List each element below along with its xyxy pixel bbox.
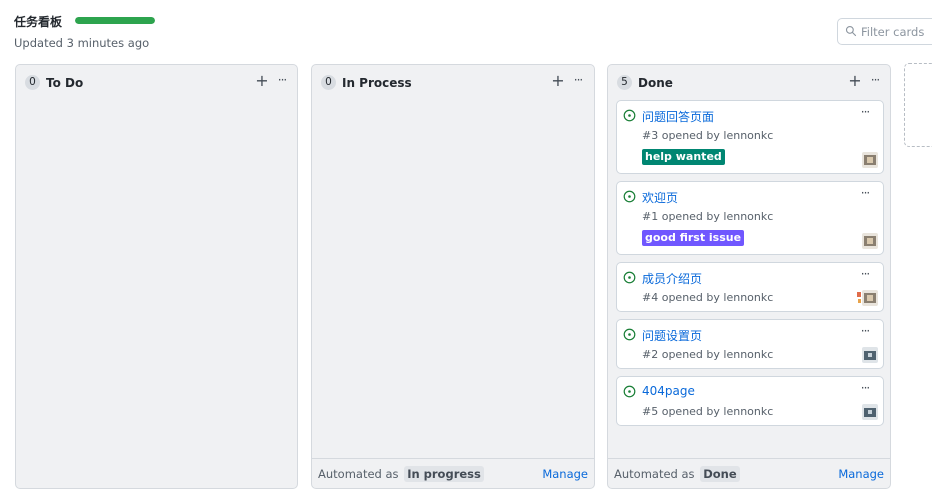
issue-title-link[interactable]: 404page [642,384,695,398]
issue-opened-icon [623,190,636,203]
issue-card[interactable]: 问题设置页 #2 opened by lennonkc ··· [616,319,884,369]
board-header: 任务看板 Updated 3 minutes ago [0,0,932,62]
board-title: 任务看板 [14,15,63,29]
column-card-count: 0 [321,75,336,90]
column-menu-kebab-icon[interactable]: ··· [570,72,586,90]
card-menu-kebab-icon[interactable]: ··· [857,187,873,201]
avatar[interactable] [862,152,878,168]
automation-state: Done [700,466,740,482]
avatar[interactable] [862,233,878,249]
add-card-plus-icon[interactable]: + [254,71,270,91]
column-card-count: 0 [25,75,40,90]
column-header: 5 Done + ··· [608,65,890,101]
filter-cards-field[interactable] [837,18,932,45]
column-card-count: 5 [617,75,632,90]
issue-meta: #4 opened by lennonkc [642,291,774,304]
issue-meta: #2 opened by lennonkc [642,348,774,361]
board-updated-text: Updated 3 minutes ago [14,36,150,50]
add-card-plus-icon[interactable]: + [550,71,566,91]
issue-card[interactable]: 欢迎页 #1 opened by lennonkc good first iss… [616,181,884,255]
issue-opened-icon [623,328,636,341]
board-progress-bar [75,17,155,24]
column-name: In Process [342,76,412,90]
issue-meta: #1 opened by lennonkc [642,210,774,223]
column-in-process: 0 In Process + ··· Automated as In progr… [311,64,595,489]
column-header: 0 In Process + ··· [312,65,594,101]
issue-opened-icon [623,271,636,284]
board-progress-fill [75,17,155,24]
card-menu-kebab-icon[interactable]: ··· [857,382,873,396]
issue-card[interactable]: 问题回答页面 #3 opened by lennonkc help wanted… [616,100,884,174]
issue-card[interactable]: 404page #5 opened by lennonkc ··· [616,376,884,426]
column-name: Done [638,76,673,90]
issue-title-link[interactable]: 问题设置页 [642,327,702,344]
avatar[interactable] [862,404,878,420]
column-automation-footer: Automated as Done Manage [608,458,890,488]
issue-title-link[interactable]: 欢迎页 [642,189,678,206]
column-automation-footer: Automated as In progress Manage [312,458,594,488]
search-icon [845,25,857,37]
card-menu-kebab-icon[interactable]: ··· [857,325,873,339]
automation-label: Automated as [614,467,695,481]
issue-label-good-first-issue[interactable]: good first issue [642,230,745,246]
card-menu-kebab-icon[interactable]: ··· [857,268,873,282]
column-menu-kebab-icon[interactable]: ··· [274,72,290,90]
avatar[interactable] [862,290,878,306]
automation-text: Automated as Done [614,466,740,482]
issue-meta: #5 opened by lennonkc [642,405,774,418]
filter-cards-input[interactable] [861,23,932,41]
issue-opened-icon [623,109,636,122]
manage-automation-link[interactable]: Manage [542,467,588,481]
avatar[interactable] [862,347,878,363]
issue-title-link[interactable]: 问题回答页面 [642,108,714,125]
add-card-plus-icon[interactable]: + [847,71,863,91]
automation-label: Automated as [318,467,399,481]
column-to-do: 0 To Do + ··· [15,64,298,489]
column-header: 0 To Do + ··· [16,65,297,101]
column-done: 5 Done + ··· 问题回答页面 #3 opened by lennonk… [607,64,891,489]
issue-label-help-wanted[interactable]: help wanted [642,149,725,165]
column-name: To Do [46,76,84,90]
automation-state: In progress [404,466,484,482]
add-column-placeholder[interactable] [904,63,932,147]
issue-meta: #3 opened by lennonkc [642,129,774,142]
automation-text: Automated as In progress [318,466,484,482]
issue-opened-icon [623,385,636,398]
column-menu-kebab-icon[interactable]: ··· [867,72,883,90]
card-menu-kebab-icon[interactable]: ··· [857,106,873,120]
issue-title-link[interactable]: 成员介绍页 [642,270,702,287]
manage-automation-link[interactable]: Manage [838,467,884,481]
issue-card[interactable]: 成员介绍页 #4 opened by lennonkc ··· [616,262,884,312]
